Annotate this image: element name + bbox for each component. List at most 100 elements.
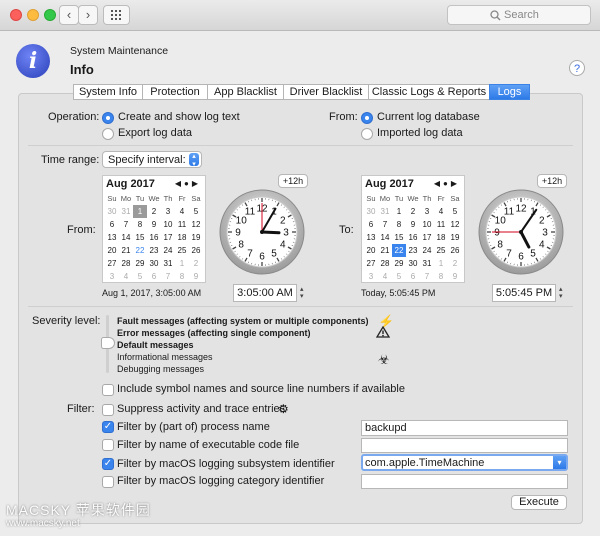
calendar-day[interactable]: 24 [161, 244, 175, 257]
tab-driver-blacklist[interactable]: Driver Blacklist [283, 84, 368, 100]
calendar-day[interactable]: 5 [448, 205, 462, 218]
filter-category-checkbox[interactable] [102, 476, 114, 488]
calendar-day[interactable]: 9 [189, 270, 203, 283]
calendar-day[interactable]: 31 [119, 205, 133, 218]
calendar-day[interactable]: 30 [364, 205, 378, 218]
calendar-day[interactable]: 2 [448, 257, 462, 270]
calendar-day[interactable]: 7 [420, 270, 434, 283]
calendar-day[interactable]: 17 [161, 231, 175, 244]
tab-classic-logs-reports[interactable]: Classic Logs & Reports [368, 84, 489, 100]
calendar-day[interactable]: 26 [448, 244, 462, 257]
calendar-day[interactable]: 7 [119, 218, 133, 231]
calendar-day[interactable]: 8 [392, 218, 406, 231]
to-time-field[interactable]: 5:05:45 PM [492, 284, 556, 302]
help-button[interactable]: ? [569, 60, 585, 76]
include-symbols-checkbox[interactable] [102, 384, 114, 396]
calendar-day[interactable]: 2 [189, 257, 203, 270]
calendar-day[interactable]: 20 [364, 244, 378, 257]
severity-slider-thumb[interactable] [101, 337, 115, 349]
filter-process-checkbox[interactable]: ✓ [102, 421, 114, 433]
calendar-day[interactable]: 23 [406, 244, 420, 257]
to-time-stepper[interactable]: ▴ ▾ [559, 286, 563, 300]
calendar-day[interactable]: 27 [364, 257, 378, 270]
forward-button[interactable]: › [78, 5, 98, 25]
calendar-day[interactable]: 6 [364, 218, 378, 231]
calendar-day[interactable]: 5 [392, 270, 406, 283]
calendar-day[interactable]: 22 [133, 244, 147, 257]
calendar-day[interactable]: 18 [434, 231, 448, 244]
from-time-field[interactable]: 3:05:00 AM [233, 284, 297, 302]
calendar-day[interactable]: 29 [133, 257, 147, 270]
calendar-day[interactable]: 30 [105, 205, 119, 218]
calendar-day[interactable]: 12 [189, 218, 203, 231]
calendar-day[interactable]: 4 [434, 205, 448, 218]
process-name-input[interactable]: backupd [361, 420, 568, 436]
calendar-day[interactable]: 16 [147, 231, 161, 244]
calendar-day[interactable]: 3 [364, 270, 378, 283]
to-calendar[interactable]: Aug 2017 ◀●▶ Su Mo Tu We Th Fr Sa 30 31 1 2 3 4 5 6 7 8 9… [361, 175, 465, 283]
show-all-button[interactable] [103, 5, 130, 25]
calendar-day[interactable]: 31 [420, 257, 434, 270]
calendar-day[interactable]: 30 [147, 257, 161, 270]
calendar-day[interactable]: 5 [133, 270, 147, 283]
calendar-day[interactable]: 31 [378, 205, 392, 218]
calendar-day[interactable]: 2 [147, 205, 161, 218]
radio-current-log-database[interactable] [361, 112, 373, 124]
time-range-popup[interactable]: Specify interval: ▴ ▾ [102, 151, 202, 168]
calendar-day[interactable]: 6 [147, 270, 161, 283]
calendar-day[interactable]: 16 [406, 231, 420, 244]
search-field[interactable]: Search [447, 5, 591, 25]
calendar-day[interactable]: 1 [434, 257, 448, 270]
calendar-day[interactable]: 8 [133, 218, 147, 231]
calendar-day[interactable]: 6 [406, 270, 420, 283]
calendar-day[interactable]: 19 [189, 231, 203, 244]
calendar-day[interactable]: 3 [161, 205, 175, 218]
calendar-day[interactable]: 17 [420, 231, 434, 244]
calendar-day[interactable]: 28 [119, 257, 133, 270]
calendar-day[interactable]: 10 [161, 218, 175, 231]
calendar-day[interactable]: 21 [378, 244, 392, 257]
calendar-day[interactable]: 19 [448, 231, 462, 244]
calendar-day[interactable]: 14 [378, 231, 392, 244]
calendar-day[interactable]: 27 [105, 257, 119, 270]
executable-file-input[interactable] [361, 438, 568, 453]
back-button[interactable]: ‹ [59, 5, 79, 25]
from-plus12h-button[interactable]: +12h [278, 174, 308, 188]
radio-export-log-data[interactable] [102, 128, 114, 140]
calendar-day[interactable]: 11 [434, 218, 448, 231]
calendar-nav-icon[interactable]: ◀●▶ [175, 179, 201, 188]
tab-protection[interactable]: Protection [142, 84, 207, 100]
calendar-day[interactable]: 4 [378, 270, 392, 283]
calendar-day[interactable]: 9 [448, 270, 462, 283]
calendar-day[interactable]: 9 [147, 218, 161, 231]
calendar-day[interactable]: 1 [175, 257, 189, 270]
calendar-day[interactable]: 13 [364, 231, 378, 244]
calendar-day[interactable]: 18 [175, 231, 189, 244]
calendar-day[interactable]: 5 [189, 205, 203, 218]
close-window-button[interactable] [10, 9, 22, 21]
calendar-day[interactable]: 26 [189, 244, 203, 257]
calendar-day[interactable]: 3 [420, 205, 434, 218]
to-plus12h-button[interactable]: +12h [537, 174, 567, 188]
radio-create-log-text[interactable] [102, 112, 114, 124]
calendar-day[interactable]: 7 [161, 270, 175, 283]
calendar-day[interactable]: 10 [420, 218, 434, 231]
calendar-day[interactable]: 3 [105, 270, 119, 283]
calendar-day[interactable]: 6 [105, 218, 119, 231]
calendar-day[interactable]: 28 [378, 257, 392, 270]
calendar-day[interactable]: 14 [119, 231, 133, 244]
calendar-day[interactable]: 13 [105, 231, 119, 244]
chevron-down-icon[interactable]: ▾ [553, 456, 566, 469]
radio-imported-log-data[interactable] [361, 128, 373, 140]
calendar-day[interactable]: 12 [448, 218, 462, 231]
from-time-stepper[interactable]: ▴ ▾ [300, 286, 304, 300]
calendar-day[interactable]: 24 [420, 244, 434, 257]
gear-icon[interactable]: ⚙ [278, 402, 289, 416]
calendar-day[interactable]: 23 [147, 244, 161, 257]
calendar-day[interactable]: 15 [133, 231, 147, 244]
calendar-day[interactable]: 2 [406, 205, 420, 218]
calendar-day[interactable]: 29 [392, 257, 406, 270]
subsystem-combo[interactable]: com.apple.TimeMachine ▾ [361, 454, 568, 471]
minimize-window-button[interactable] [27, 9, 39, 21]
execute-button[interactable]: Execute [511, 495, 567, 510]
